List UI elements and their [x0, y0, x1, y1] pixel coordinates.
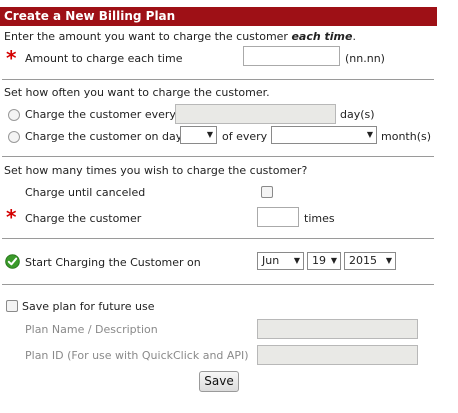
days-unit: day(s)	[340, 108, 375, 121]
count-heading: Set how many times you wish to charge th…	[4, 164, 308, 177]
until-canceled-checkbox[interactable]	[261, 186, 273, 198]
months-interval-select[interactable]: ▼	[271, 126, 377, 144]
amount-intro-emphasis: each time	[291, 30, 353, 43]
checkmark-circle-icon	[5, 254, 20, 269]
start-year-select[interactable]: 2015 ▼	[344, 252, 396, 270]
section-divider	[2, 79, 434, 80]
charge-on-day-radio[interactable]	[8, 131, 20, 143]
amount-intro-text: Enter the amount you want to charge the …	[4, 30, 292, 43]
charge-on-day-label: Charge the customer on day	[25, 130, 183, 143]
start-month-select[interactable]: Jun ▼	[257, 252, 304, 270]
charge-count-label: Charge the customer	[25, 212, 142, 225]
start-charging-label: Start Charging the Customer on	[25, 256, 201, 269]
until-canceled-label: Charge until canceled	[25, 186, 146, 199]
amount-intro: Enter the amount you want to charge the …	[4, 30, 356, 43]
times-unit: times	[304, 212, 335, 225]
months-unit: month(s)	[381, 130, 432, 143]
of-every-label: of every	[222, 130, 268, 143]
page-title: Create a New Billing Plan	[0, 7, 437, 26]
start-month-value: Jun	[262, 254, 280, 267]
frequency-heading: Set how often you want to charge the cus…	[4, 86, 270, 99]
chevron-down-icon: ▼	[330, 256, 337, 265]
start-day-select[interactable]: 19 ▼	[307, 252, 341, 270]
save-button[interactable]: Save	[199, 371, 239, 392]
charge-every-label: Charge the customer every	[25, 108, 176, 121]
required-asterisk-icon: *	[6, 46, 17, 70]
section-divider	[2, 238, 434, 239]
plan-name-label: Plan Name / Description	[25, 323, 158, 336]
amount-label: Amount to charge each time	[25, 52, 183, 65]
save-plan-label: Save plan for future use	[22, 300, 155, 313]
every-days-input[interactable]	[175, 104, 336, 124]
required-asterisk-icon: *	[6, 205, 17, 229]
section-divider	[2, 284, 434, 285]
amount-format-hint: (nn.nn)	[345, 52, 385, 65]
plan-id-label: Plan ID (For use with QuickClick and API…	[25, 349, 249, 362]
amount-intro-suffix: .	[352, 30, 356, 43]
start-year-value: 2015	[349, 254, 377, 267]
section-divider	[2, 156, 434, 157]
save-plan-checkbox[interactable]	[6, 300, 18, 312]
chevron-down-icon: ▼	[293, 256, 300, 265]
amount-input[interactable]	[243, 46, 340, 66]
chevron-down-icon: ▼	[385, 256, 392, 265]
day-of-month-select[interactable]: ▼	[180, 126, 217, 144]
times-input[interactable]	[257, 207, 299, 227]
chevron-down-icon: ▼	[206, 130, 213, 139]
start-day-value: 19	[312, 254, 326, 267]
plan-name-input[interactable]	[257, 319, 418, 339]
charge-every-radio[interactable]	[8, 109, 20, 121]
plan-id-input[interactable]	[257, 345, 418, 365]
chevron-down-icon: ▼	[366, 130, 373, 139]
